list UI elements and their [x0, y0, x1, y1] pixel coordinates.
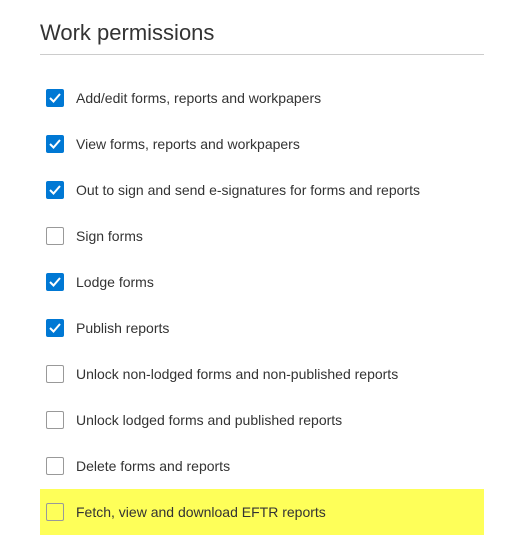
- permission-item-unlock-non-lodged: Unlock non-lodged forms and non-publishe…: [40, 351, 484, 397]
- check-icon: [49, 184, 61, 196]
- permission-label: Sign forms: [76, 228, 143, 244]
- checkbox-delete[interactable]: [46, 457, 64, 475]
- permission-item-eftr: Fetch, view and download EFTR reports: [40, 489, 484, 535]
- checkbox-view[interactable]: [46, 135, 64, 153]
- permission-item-unlock-lodged: Unlock lodged forms and published report…: [40, 397, 484, 443]
- checkbox-eftr[interactable]: [46, 503, 64, 521]
- permission-item-publish-reports: Publish reports: [40, 305, 484, 351]
- permission-item-delete: Delete forms and reports: [40, 443, 484, 489]
- checkbox-unlock-lodged[interactable]: [46, 411, 64, 429]
- check-icon: [49, 276, 61, 288]
- checkbox-add-edit[interactable]: [46, 89, 64, 107]
- check-icon: [49, 322, 61, 334]
- checkbox-unlock-non-lodged[interactable]: [46, 365, 64, 383]
- permission-item-add-edit: Add/edit forms, reports and workpapers: [40, 75, 484, 121]
- check-icon: [49, 92, 61, 104]
- permission-label: Fetch, view and download EFTR reports: [76, 504, 326, 520]
- checkbox-lodge-forms[interactable]: [46, 273, 64, 291]
- checkbox-sign-forms[interactable]: [46, 227, 64, 245]
- section-title: Work permissions: [40, 20, 484, 55]
- permission-label: Publish reports: [76, 320, 169, 336]
- check-icon: [49, 138, 61, 150]
- checkbox-out-to-sign[interactable]: [46, 181, 64, 199]
- permission-label: Out to sign and send e-signatures for fo…: [76, 182, 420, 198]
- permission-item-lodge-forms: Lodge forms: [40, 259, 484, 305]
- permission-item-sign-forms: Sign forms: [40, 213, 484, 259]
- permission-label: Unlock non-lodged forms and non-publishe…: [76, 366, 398, 382]
- permission-label: Delete forms and reports: [76, 458, 230, 474]
- permission-label: Lodge forms: [76, 274, 154, 290]
- permission-label: Add/edit forms, reports and workpapers: [76, 90, 321, 106]
- permission-item-view: View forms, reports and workpapers: [40, 121, 484, 167]
- permission-list: Add/edit forms, reports and workpapers V…: [40, 75, 484, 535]
- permission-label: View forms, reports and workpapers: [76, 136, 300, 152]
- permission-item-out-to-sign: Out to sign and send e-signatures for fo…: [40, 167, 484, 213]
- checkbox-publish-reports[interactable]: [46, 319, 64, 337]
- permission-label: Unlock lodged forms and published report…: [76, 412, 342, 428]
